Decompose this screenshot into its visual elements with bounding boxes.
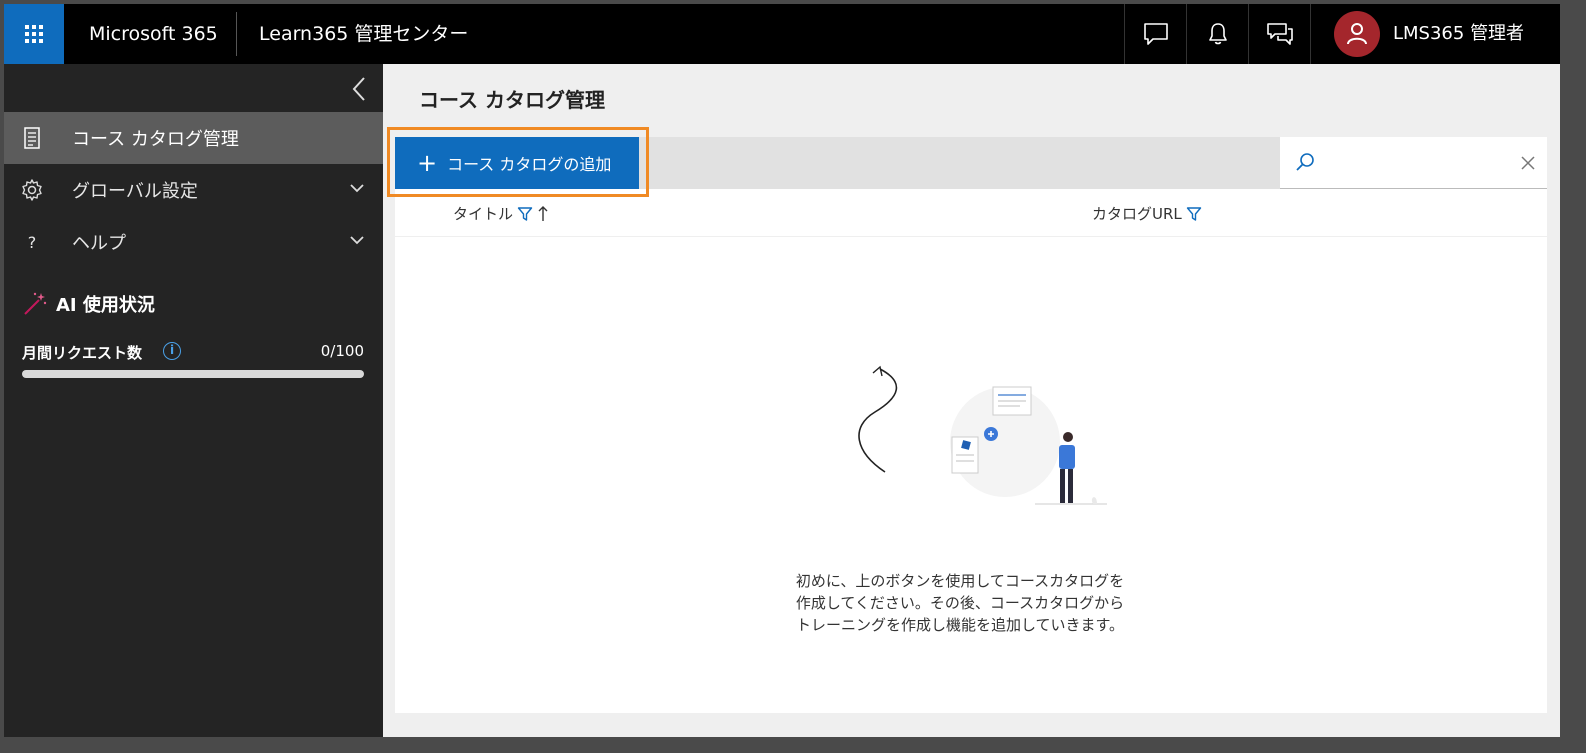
notifications-button[interactable] — [1186, 4, 1248, 64]
app-launcher-button[interactable] — [4, 4, 64, 64]
info-icon[interactable]: i — [163, 342, 181, 360]
search-box[interactable] — [1280, 137, 1547, 189]
filter-icon[interactable] — [1186, 206, 1202, 222]
window-edge — [1560, 4, 1586, 737]
gear-icon — [20, 178, 44, 202]
chevron-down-icon — [350, 184, 364, 193]
sidebar-item-help[interactable]: ? ヘルプ — [4, 216, 383, 268]
feedback-button[interactable] — [1248, 4, 1311, 64]
top-bar: Microsoft 365 Learn365 管理センター LMS365 管理者 — [4, 4, 1560, 64]
main-content: コース カタログ管理 + コース カタログの追加 タイトル カタログURL 初め… — [383, 64, 1560, 737]
column-label: カタログURL — [1092, 205, 1182, 223]
column-label: タイトル — [453, 205, 514, 223]
search-icon — [1296, 153, 1314, 171]
usage-progress-bar — [22, 370, 364, 378]
sidebar-item-label: グローバル設定 — [72, 181, 198, 202]
ai-usage-title: AI 使用状況 — [56, 295, 155, 316]
avatar[interactable] — [1334, 11, 1380, 57]
waffle-icon — [25, 25, 43, 43]
filter-icon[interactable] — [517, 206, 533, 222]
feedback-icon — [1266, 23, 1293, 45]
person-icon — [1347, 23, 1367, 45]
close-icon[interactable] — [1520, 155, 1536, 171]
user-name[interactable]: LMS365 管理者 — [1393, 4, 1524, 64]
sidebar-item-course-catalog[interactable]: コース カタログ管理 — [4, 112, 383, 164]
ai-usage-heading: AI 使用状況 — [22, 292, 155, 316]
app-window: Microsoft 365 Learn365 管理センター LMS365 管理者… — [4, 4, 1560, 737]
add-course-catalog-button[interactable]: + コース カタログの追加 — [395, 137, 639, 189]
sidebar-item-label: ヘルプ — [72, 233, 126, 254]
add-button-label: コース カタログの追加 — [447, 155, 612, 174]
bell-icon — [1208, 23, 1227, 45]
sidebar-item-global-settings[interactable]: グローバル設定 — [4, 164, 383, 216]
usage-value: 0/100 — [320, 342, 364, 360]
column-header-catalog-url[interactable]: カタログURL — [1092, 203, 1202, 224]
plus-icon: + — [417, 149, 438, 177]
chat-button[interactable] — [1124, 4, 1186, 64]
sidebar: コース カタログ管理 グローバル設定 ? ヘルプ AI 使用状況 月間リクエスト… — [4, 64, 383, 737]
search-input[interactable] — [1322, 149, 1506, 179]
column-header-title[interactable]: タイトル — [453, 203, 549, 224]
chevron-down-icon — [350, 236, 364, 245]
catalog-icon — [20, 126, 44, 150]
usage-label: 月間リクエスト数 — [22, 344, 143, 362]
header-actions — [1124, 4, 1311, 64]
chevron-left-icon — [352, 77, 365, 101]
command-bar: + コース カタログの追加 — [387, 127, 1547, 197]
app-title[interactable]: Learn365 管理センター — [259, 4, 468, 64]
sidebar-item-label: コース カタログ管理 — [72, 129, 239, 150]
empty-state-illustration — [858, 365, 1107, 505]
chat-icon — [1143, 23, 1168, 45]
column-headers: タイトル カタログURL — [395, 189, 1547, 237]
header-divider — [236, 12, 237, 56]
magic-wand-icon — [24, 292, 47, 315]
collapse-nav-button[interactable] — [348, 76, 372, 102]
empty-state-message: 初めに、上のボタンを使用してコースカタログを作成してください。その後、コースカタ… — [795, 572, 1125, 634]
usage-row: 月間リクエスト数 i 0/100 — [22, 340, 364, 364]
sort-ascending-icon[interactable] — [537, 205, 549, 223]
help-icon: ? — [27, 232, 37, 252]
page-title: コース カタログ管理 — [419, 88, 605, 112]
catalog-panel: + コース カタログの追加 タイトル カタログURL 初めに、上のボタンを使用し… — [387, 127, 1547, 713]
brand-name[interactable]: Microsoft 365 — [89, 4, 218, 64]
